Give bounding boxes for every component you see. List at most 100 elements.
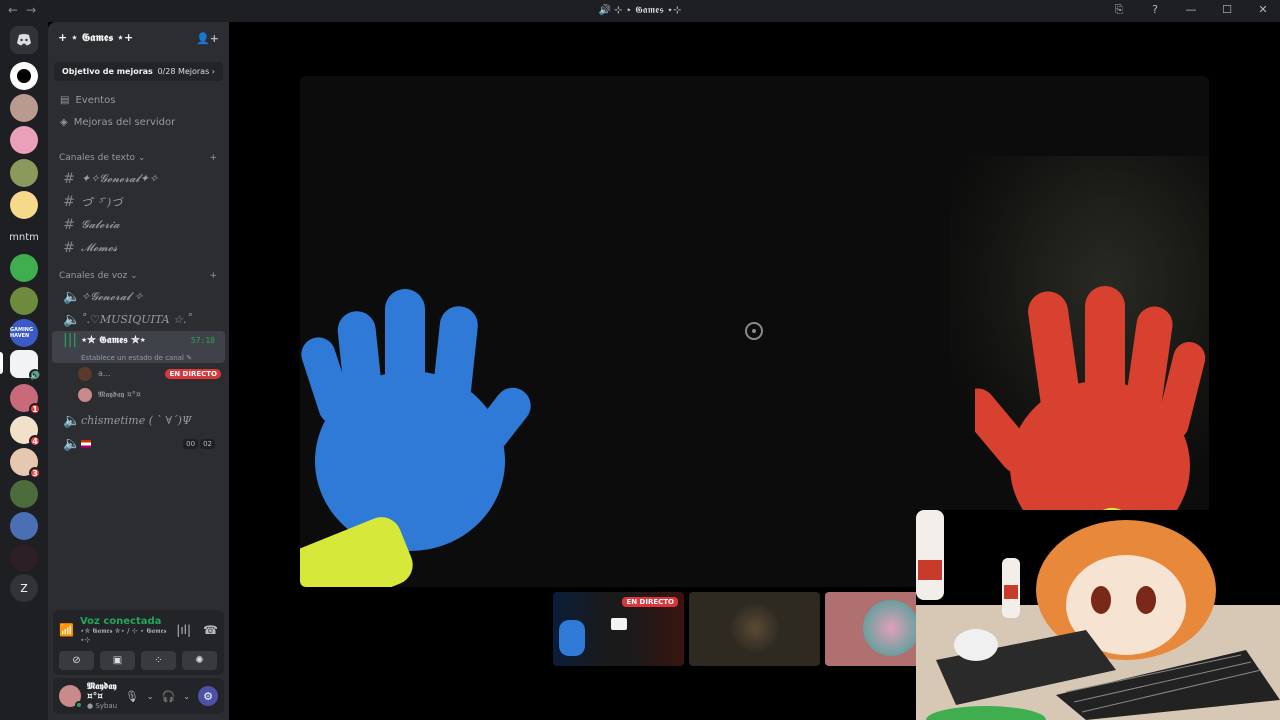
speaker-icon: 🔈: [63, 288, 81, 305]
events-link[interactable]: ▤ Eventos: [48, 89, 229, 111]
window-title: 🔊 ⊹ ⋆ 𝕲𝖆𝖒𝖊𝖘 ⋆⊹: [598, 5, 682, 16]
channel-galeria[interactable]: # 𝓖𝓪𝓵𝓮𝓻𝓲𝓪: [52, 213, 225, 236]
boost-goal-label: Objetivo de mejoras: [62, 67, 153, 76]
server-icon-letter[interactable]: Z: [10, 574, 38, 602]
mention-badge: 1: [29, 403, 41, 415]
screen-share-icon: ▣: [112, 655, 123, 666]
server-icon-anime-1[interactable]: [10, 94, 38, 122]
user-status: ● Sybau: [87, 702, 118, 710]
server-icon-photo[interactable]: [10, 480, 38, 508]
title-bar: ← → 🔊 ⊹ ⋆ 𝕲𝖆𝖒𝖊𝖘 ⋆⊹ ⎘ ? — ☐ ✕: [0, 0, 1280, 22]
add-member-icon[interactable]: 👤+: [196, 32, 219, 45]
voice-category[interactable]: Canales de voz ⌄ +: [48, 267, 229, 285]
server-icon-blue[interactable]: [10, 512, 38, 540]
participant-tile-camera[interactable]: [689, 592, 820, 666]
server-icon-anime-7[interactable]: 3: [10, 448, 41, 479]
voice-connected-panel: 📶 Voz conectada ⋆✮ 𝕲𝖆𝖒𝖊𝖘 ✮⋆ / ⊹ ⋆ 𝕲𝖆𝖒𝖊𝖘 …: [53, 610, 224, 675]
voice-status[interactable]: Voz conectada: [80, 616, 170, 627]
maximize-icon[interactable]: ☐: [1218, 3, 1236, 17]
voice-member[interactable]: 𝕸𝖆𝖞𝖉𝖆𝖞 ¤°¤: [48, 384, 221, 405]
chevron-down-icon: ⌄: [130, 271, 138, 281]
voice-channel-general[interactable]: 🔈 ✧𝓖𝓮𝓷𝓮𝓻𝓪𝓵 ✧: [52, 285, 225, 308]
activities-button[interactable]: ⁘: [141, 651, 176, 670]
microphone-icon[interactable]: 🎙: [125, 690, 139, 703]
chevron-down-icon: ⌄: [137, 153, 146, 163]
server-icon-text[interactable]: mntm: [6, 223, 42, 251]
text-category[interactable]: Canales de texto ⌄ +: [48, 149, 229, 167]
chevron-down-icon[interactable]: ⌄: [147, 692, 154, 701]
signal-icon[interactable]: 📶: [59, 623, 74, 637]
participant-avatar: [863, 600, 919, 656]
flag-icon: [81, 439, 91, 448]
mention-badge: 3: [29, 467, 41, 479]
server-icon-anime-2[interactable]: [10, 126, 38, 154]
blue-grabpack-hand: [300, 289, 531, 587]
server-icon-dark[interactable]: [10, 544, 38, 572]
active-server-pill: [0, 352, 3, 374]
participant-strip: EN DIRECTO: [553, 592, 956, 666]
add-channel-icon[interactable]: +: [209, 271, 217, 281]
speaker-icon: 🔊: [598, 5, 611, 16]
boost-icon: ◈: [60, 116, 68, 128]
active-channel-name: ⋆✮ 𝕲𝖆𝖒𝖊𝖘 ✮⋆: [81, 334, 146, 346]
help-icon[interactable]: ?: [1146, 3, 1164, 17]
boost-goal-value: 0/28 Mejoras: [157, 67, 210, 76]
voice-member[interactable]: a... EN DIRECTO: [48, 363, 221, 384]
thumb-blue-hand: [559, 620, 585, 656]
server-rail: mntm GAMING HAVEN 🔊 1 4 3 Z: [0, 22, 48, 720]
window-controls: ⎘ ? — ☐ ✕: [1110, 3, 1272, 17]
channel-general[interactable]: # ✦✧𝓖𝓮𝓷𝓮𝓻𝓪𝓵✦✧: [52, 167, 225, 190]
live-badge: EN DIRECTO: [165, 368, 221, 379]
participant-tile-stream[interactable]: EN DIRECTO: [553, 592, 684, 666]
headphones-icon[interactable]: 🎧: [162, 690, 176, 703]
server-icon-anime-6[interactable]: 4: [10, 416, 41, 447]
minimize-icon[interactable]: —: [1182, 3, 1200, 17]
server-header[interactable]: + ⋆ 𝕲𝖆𝖒𝖊𝖘 ⋆+ 👤+: [48, 22, 229, 54]
inbox-icon[interactable]: ⎘: [1110, 3, 1128, 17]
voice-channel-musiquita[interactable]: 🔈 ˚.♡MUSIQUITA ☆.˚: [52, 308, 225, 331]
screen-share-button[interactable]: ▣: [100, 651, 135, 670]
voice-indicator-icon: 🔊: [29, 369, 41, 381]
server-icon-anime-5[interactable]: 1: [10, 384, 41, 415]
server-boosts-link[interactable]: ◈ Mejoras del servidor: [48, 111, 229, 133]
channel-memes[interactable]: # 𝓜𝓮𝓶𝓮𝓼: [52, 236, 225, 259]
soundboard-icon: ✺: [195, 655, 204, 666]
chevron-down-icon[interactable]: ⌄: [183, 692, 190, 701]
noise-suppression-icon[interactable]: |ıl|: [176, 623, 191, 637]
voice-channel-games-active[interactable]: ||| ⋆✮ 𝕲𝖆𝖒𝖊𝖘 ✮⋆ 57:18 Establece un estad…: [52, 331, 225, 363]
server-icon-gaming-haven[interactable]: GAMING HAVEN: [10, 319, 38, 347]
server-icon-anime-3[interactable]: [10, 159, 38, 187]
mention-badge: 4: [29, 435, 41, 447]
voice-channel-chismetime[interactable]: 🔈 chismetime ( ˋ ∀ˊ)Ψ: [52, 409, 225, 432]
camera-off-button[interactable]: ⊘: [59, 651, 94, 670]
channel-status-prompt[interactable]: Establece un estado de canal ✎: [63, 354, 215, 362]
calendar-icon: ▤: [60, 94, 70, 106]
server-icon-green[interactable]: [10, 254, 38, 282]
camera-off-icon: ⊘: [72, 655, 81, 666]
close-icon[interactable]: ✕: [1254, 3, 1272, 17]
hash-icon: #: [63, 193, 75, 210]
user-name: 𝕸𝖆𝖞𝖉𝖆𝖞 ¤°¤: [87, 682, 117, 702]
server-icon-active[interactable]: 🔊: [10, 350, 41, 381]
disconnect-icon[interactable]: ☎: [203, 623, 218, 637]
speaker-icon: 🔈: [63, 311, 81, 328]
channel-emoticon[interactable]: # づ ̄ ³ ̄)づ: [52, 190, 225, 213]
add-channel-icon[interactable]: +: [209, 153, 217, 163]
server-icon-game[interactable]: [10, 287, 38, 315]
settings-gear-icon[interactable]: ⚙: [198, 686, 218, 706]
live-badge: EN DIRECTO: [622, 597, 678, 607]
server-icon-circle[interactable]: [10, 62, 38, 90]
activities-icon: ⁘: [154, 655, 163, 666]
boost-goal[interactable]: Objetivo de mejoras 0/28 Mejoras ›: [54, 62, 223, 81]
voice-channel-path[interactable]: ⋆✮ 𝕲𝖆𝖒𝖊𝖘 ✮⋆ / ⊹ ⋆ 𝕲𝖆𝖒𝖊𝖘 ⋆⊹: [80, 627, 170, 644]
speaker-icon: 🔈: [63, 412, 81, 429]
discord-home-icon[interactable]: [10, 26, 38, 54]
user-avatar[interactable]: [59, 685, 83, 709]
avatar: [78, 366, 92, 381]
chevron-right-icon: ›: [211, 67, 215, 76]
voice-channel-flag[interactable]: 🔈 00 02: [52, 432, 225, 455]
participant-avatar: [729, 602, 781, 654]
hash-icon: #: [63, 216, 75, 233]
soundboard-button[interactable]: ✺: [182, 651, 217, 670]
server-icon-anime-4[interactable]: [10, 191, 38, 219]
